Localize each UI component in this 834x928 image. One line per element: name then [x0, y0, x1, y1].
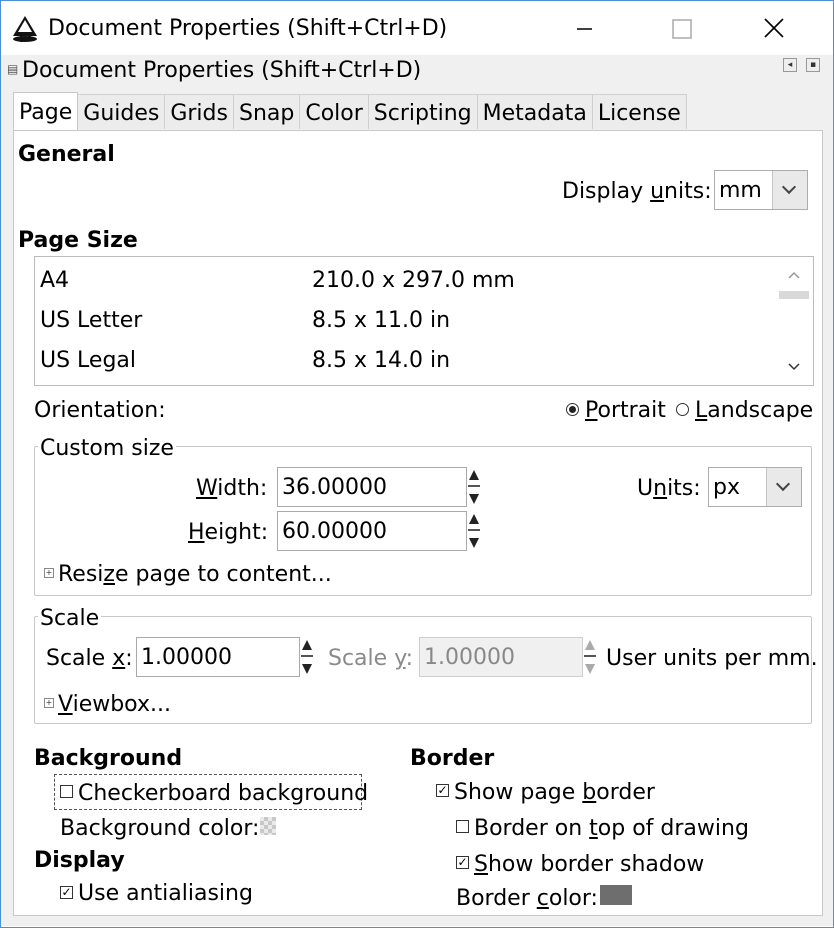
background-color-swatch[interactable]	[260, 817, 276, 835]
page-size-name[interactable]: A4	[40, 268, 69, 293]
scale-x-stepper[interactable]	[301, 638, 313, 678]
width-value: 36.00000	[282, 475, 387, 500]
show-page-border-checkbox[interactable]: ✓	[436, 784, 449, 797]
close-icon[interactable]	[754, 14, 794, 44]
width-input[interactable]: 36.00000	[277, 467, 480, 507]
expand-icon[interactable]: +	[44, 568, 54, 578]
custom-units-value: px	[713, 475, 740, 500]
scale-legend: Scale	[38, 606, 102, 631]
border-color-swatch[interactable]	[600, 885, 632, 905]
height-value: 60.00000	[282, 519, 387, 544]
height-label: Height:	[188, 520, 269, 545]
page-size-name[interactable]: US Legal	[40, 348, 136, 373]
tab-scripting[interactable]: Scripting	[367, 94, 478, 129]
scale-y-label: Scale y:	[328, 646, 414, 671]
page-size-dimensions[interactable]: 210.0 x 297.0 mm	[312, 268, 515, 293]
chevron-down-icon[interactable]	[766, 468, 801, 506]
landscape-label[interactable]: Landscape	[695, 398, 813, 423]
background-color-label: Background color:	[60, 816, 260, 841]
custom-size-legend: Custom size	[38, 436, 176, 461]
tab-snap[interactable]: Snap	[232, 94, 301, 129]
expand-icon[interactable]: +	[44, 698, 54, 708]
tab-bar: Page Guides Grids Snap Color Scripting M…	[13, 92, 687, 130]
window-title: Document Properties (Shift+Ctrl+D)	[48, 16, 448, 41]
units-label: Units:	[637, 476, 701, 501]
display-units-value: mm	[719, 178, 762, 203]
inkscape-logo-icon	[13, 16, 37, 42]
border-color-label: Border color:	[456, 886, 598, 911]
orientation-label: Orientation:	[34, 398, 166, 423]
antialiasing-checkbox[interactable]: ✓	[60, 886, 73, 899]
dock-iconify-icon[interactable]: ◂	[783, 58, 797, 72]
general-heading: General	[18, 142, 115, 167]
checkerboard-label[interactable]: Checkerboard background	[78, 781, 368, 806]
dock-title: Document Properties (Shift+Ctrl+D)	[22, 58, 422, 83]
background-heading: Background	[34, 746, 183, 771]
page-size-dimensions[interactable]: 8.5 x 11.0 in	[312, 308, 450, 333]
portrait-label[interactable]: Portrait	[585, 398, 666, 423]
scale-y-value: 1.00000	[424, 645, 515, 670]
resize-to-content-expander[interactable]: Resize page to content...	[58, 562, 332, 587]
display-units-label: Display units:	[562, 179, 712, 204]
dock-close-icon[interactable]: ▪	[806, 58, 820, 72]
border-heading: Border	[410, 746, 495, 771]
scale-x-input[interactable]: 1.00000	[136, 637, 313, 677]
display-units-select[interactable]: mm	[714, 170, 808, 210]
border-on-top-label[interactable]: Border on top of drawing	[474, 816, 749, 841]
tab-guides[interactable]: Guides	[77, 94, 166, 129]
scale-y-stepper	[584, 638, 596, 678]
tab-page[interactable]: Page	[13, 92, 79, 130]
tab-grids[interactable]: Grids	[164, 94, 234, 129]
landscape-radio[interactable]	[676, 403, 689, 416]
page-size-name[interactable]: US Letter	[40, 308, 142, 333]
viewbox-expander[interactable]: Viewbox...	[58, 692, 171, 717]
show-border-shadow-checkbox[interactable]: ✓	[456, 856, 469, 869]
scroll-up-icon[interactable]	[787, 270, 801, 280]
show-page-border-label[interactable]: Show page border	[454, 780, 655, 805]
dock-grip-icon[interactable]: ▤	[7, 62, 18, 76]
scale-x-value: 1.00000	[141, 645, 232, 670]
height-stepper[interactable]	[468, 512, 480, 552]
user-units-label: User units per mm.	[606, 646, 818, 671]
tab-license[interactable]: License	[591, 94, 687, 129]
display-heading: Display	[34, 848, 125, 873]
height-input[interactable]: 60.00000	[277, 511, 480, 551]
checkerboard-checkbox[interactable]	[60, 785, 73, 798]
border-on-top-checkbox[interactable]	[456, 820, 469, 833]
page-size-dimensions[interactable]: 8.5 x 14.0 in	[312, 348, 450, 373]
show-border-shadow-label[interactable]: Show border shadow	[474, 852, 704, 877]
maximize-icon[interactable]	[662, 14, 702, 44]
antialiasing-label[interactable]: Use antialiasing	[78, 881, 253, 906]
tab-color[interactable]: Color	[299, 94, 369, 129]
custom-units-select[interactable]: px	[708, 467, 802, 507]
scale-y-input: 1.00000	[419, 637, 596, 677]
minimize-icon[interactable]	[564, 14, 604, 44]
portrait-radio[interactable]	[566, 403, 579, 416]
scale-x-label: Scale x:	[46, 646, 133, 671]
chevron-down-icon[interactable]	[772, 171, 807, 209]
width-label: Width:	[196, 476, 268, 501]
page-size-heading: Page Size	[18, 228, 138, 253]
tab-metadata[interactable]: Metadata	[476, 94, 593, 129]
scrollbar-thumb[interactable]	[779, 291, 809, 299]
width-stepper[interactable]	[468, 468, 480, 508]
scroll-down-icon[interactable]	[787, 362, 801, 372]
